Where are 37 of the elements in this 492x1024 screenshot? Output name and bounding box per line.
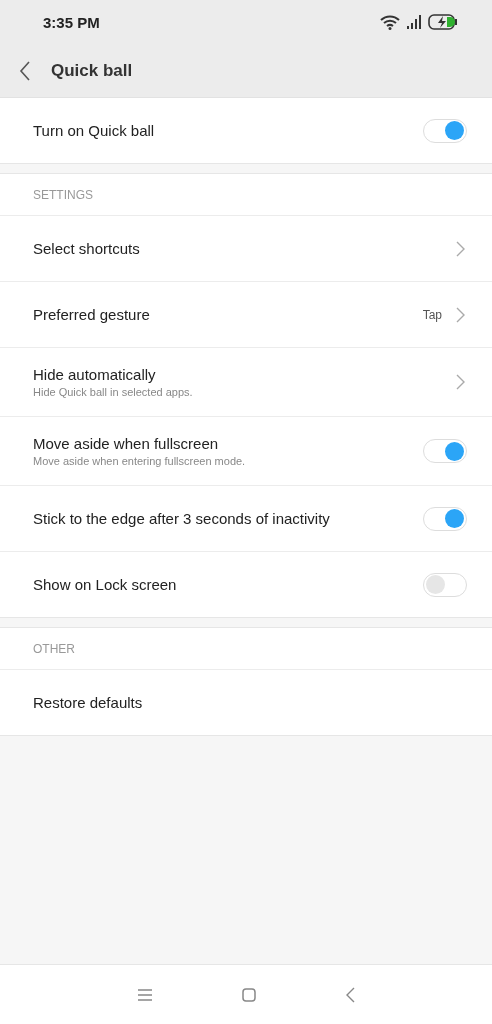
row-label: Select shortcuts <box>33 240 140 257</box>
page-title: Quick ball <box>51 60 133 81</box>
signal-icon <box>406 15 422 29</box>
section-header: SETTINGS <box>32 186 94 204</box>
toggle-switch[interactable] <box>423 572 467 597</box>
settings-row[interactable]: Restore defaults <box>0 669 492 735</box>
settings-row[interactable]: Show on Lock screen <box>0 551 492 617</box>
back-icon[interactable] <box>19 60 31 81</box>
settings-row[interactable]: Hide automatically Hide Quick ball in selected apps. <box>0 347 492 416</box>
settings-row[interactable]: Preferred gesture Tap <box>0 281 492 347</box>
settings-row[interactable]: Select shortcuts <box>0 215 492 281</box>
toggle-switch[interactable] <box>423 118 467 143</box>
toggle-switch[interactable] <box>423 439 467 463</box>
settings-row[interactable]: Turn on Quick ball <box>0 98 492 163</box>
row-label: Show on Lock screen <box>33 576 177 593</box>
settings-row[interactable]: Move aside when fullscreen Move aside when entering fullscreen mode. <box>0 416 492 485</box>
chevron-right-icon <box>456 374 465 390</box>
settings-row[interactable]: Stick to the edge after 3 seconds of inactivity <box>0 485 492 551</box>
chevron-right-icon <box>456 306 465 323</box>
wifi-icon <box>380 14 400 30</box>
back-icon[interactable] <box>345 986 355 1003</box>
toggle-switch[interactable] <box>423 506 467 531</box>
status-time: 3:35 PM <box>43 13 100 31</box>
battery-charging-icon <box>428 14 458 30</box>
home-icon[interactable] <box>241 987 256 1002</box>
row-label: Preferred gesture <box>33 306 150 323</box>
row-label: Stick to the edge after 3 seconds of inactivity <box>33 510 330 527</box>
chevron-right-icon <box>456 240 465 257</box>
section-header: OTHER <box>32 640 76 658</box>
row-value: Tap <box>422 307 442 322</box>
row-subtitle: Hide Quick ball in selected apps. <box>33 386 193 398</box>
row-label: Restore defaults <box>33 694 143 711</box>
row-subtitle: Move aside when entering fullscreen mode. <box>33 455 246 467</box>
row-label: Move aside when fullscreen <box>33 435 220 452</box>
row-label: Turn on Quick ball <box>33 122 155 139</box>
row-label: Hide automatically <box>33 366 157 383</box>
menu-icon[interactable] <box>137 988 152 1001</box>
